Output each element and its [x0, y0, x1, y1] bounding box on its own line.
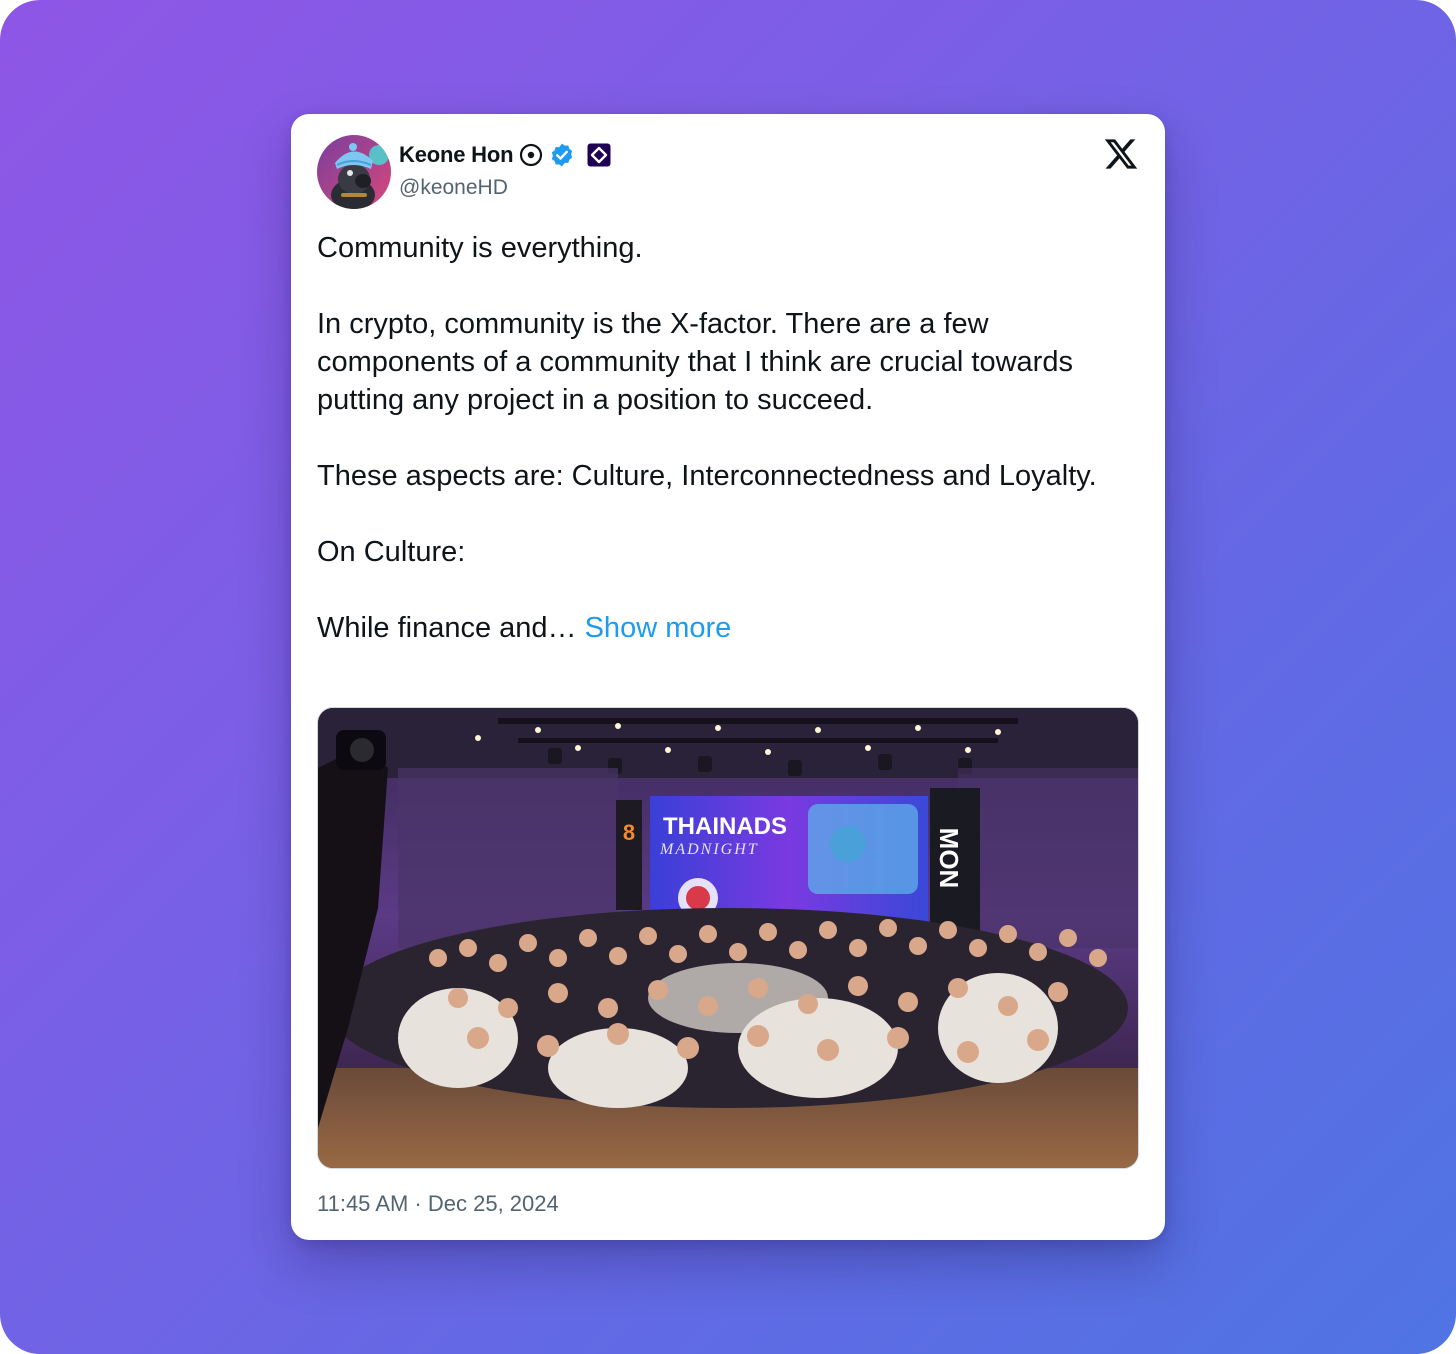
tweet-paragraph: These aspects are: Culture, Interconnect… — [317, 460, 1097, 492]
show-more-link[interactable]: Show more — [585, 612, 732, 644]
gradient-background: Keone Hon @keoneHD Community is everythi… — [0, 0, 1456, 1354]
tweet-photo[interactable]: 8 THAINADS MADNIGHT MON — [317, 707, 1139, 1169]
tweet-card: Keone Hon @keoneHD Community is everythi… — [291, 114, 1165, 1240]
avatar[interactable] — [317, 135, 391, 209]
tweet-paragraph-truncated: While finance and… Show more — [317, 609, 1137, 647]
author-name-row: Keone Hon — [399, 140, 611, 170]
verified-badge-icon[interactable] — [549, 142, 575, 168]
banner-subtitle: MADNIGHT — [659, 841, 759, 858]
tweet-text: Community is everything. In crypto, comm… — [317, 229, 1137, 647]
author-handle[interactable]: @keoneHD — [399, 176, 508, 200]
svg-text:8: 8 — [623, 820, 635, 845]
monad-affiliate-icon[interactable] — [587, 143, 611, 167]
tweet-paragraph: On Culture: — [317, 536, 466, 568]
circle-dot-icon — [519, 143, 543, 167]
tweet-paragraph: Community is everything. — [317, 232, 643, 264]
author-name[interactable]: Keone Hon — [399, 142, 514, 168]
side-banner-right: MON — [934, 828, 964, 889]
tweet-timestamp[interactable]: 11:45 AM · Dec 25, 2024 — [317, 1191, 559, 1217]
x-logo-icon[interactable] — [1103, 136, 1139, 172]
banner-title: THAINADS — [663, 813, 787, 840]
truncated-text: While finance and… — [317, 612, 577, 644]
tweet-paragraph: In crypto, community is the X-factor. Th… — [317, 308, 1082, 416]
